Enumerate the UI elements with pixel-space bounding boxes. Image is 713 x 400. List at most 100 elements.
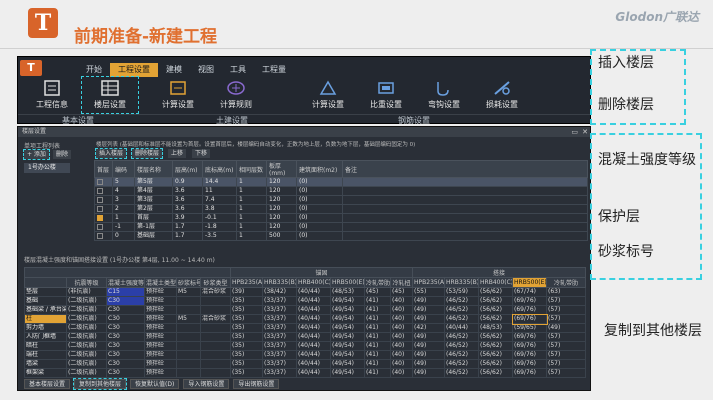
mix-cell[interactable]: 预拌砼 (144, 332, 177, 342)
add-project-button[interactable]: + 添加 (23, 149, 50, 160)
mix-cell[interactable]: (二级抗震) (66, 350, 107, 360)
floor-cell[interactable]: 3.8 (202, 204, 237, 214)
floor-cell[interactable]: 1 (236, 204, 267, 214)
mix-cell[interactable]: (二级抗震) (66, 296, 107, 306)
mix-row[interactable]: 剪力墙 (二级抗震) C30 预拌砼 (35) (33/37) (40/44) (49/54)… (24, 323, 586, 333)
mix-cell[interactable]: (二级抗震) (66, 305, 107, 315)
mix-cell[interactable]: (49/54) (330, 368, 365, 378)
tab-quantities[interactable]: 工程量 (254, 63, 294, 77)
mix-cell[interactable]: (35) (230, 296, 263, 306)
floor-cell[interactable]: 1 (236, 177, 267, 187)
mix-cell[interactable]: 混合砂浆 (200, 314, 231, 324)
insert-floor-button[interactable]: 插入楼层 (94, 148, 128, 159)
floor-cell[interactable]: 1.7 (172, 231, 203, 241)
mix-cell[interactable] (176, 296, 201, 306)
mix-cell[interactable]: (38/42) (262, 287, 297, 297)
floor-cell[interactable]: -1.8 (202, 222, 237, 232)
mix-cell[interactable]: 预拌砼 (144, 314, 177, 324)
delete-floor-button[interactable]: 删除楼层 (131, 148, 164, 159)
mix-cell[interactable] (200, 368, 231, 378)
floor-cell[interactable]: 1 (236, 231, 267, 241)
mix-cell[interactable]: (57) (546, 350, 586, 360)
mix-cell[interactable]: (57) (546, 305, 586, 315)
mix-cell[interactable]: (49/54) (330, 296, 365, 306)
floor-cell[interactable]: -3.5 (202, 231, 237, 241)
calc-rules-button[interactable]: 计算规则 (208, 77, 264, 113)
mix-cell[interactable]: (非抗震) (66, 287, 107, 297)
mix-cell[interactable]: (69/76) (512, 368, 548, 378)
mix-cell[interactable]: (41) (364, 305, 391, 315)
mix-cell[interactable]: 预拌砼 (144, 296, 177, 306)
mix-cell[interactable]: (56/62) (478, 350, 514, 360)
mix-cell[interactable]: (56/62) (478, 287, 514, 297)
mix-cell[interactable]: (40/44) (296, 296, 331, 306)
mix-cell[interactable]: (49) (412, 314, 446, 324)
mix-cell[interactable]: M5 (176, 287, 201, 297)
mix-cell[interactable]: (67/74) (512, 287, 548, 297)
floor-cell[interactable] (342, 177, 588, 187)
mix-row[interactable]: 柱 (二级抗震) C30 预拌砼 M5 混合砂浆 (35) (33/37) (40/44) (49… (24, 313, 586, 325)
mix-cell[interactable]: (48/53) (330, 287, 365, 297)
mix-cell[interactable]: (49/54) (330, 323, 365, 333)
mix-cell[interactable]: (49) (412, 305, 446, 315)
floor-cell[interactable]: 7.4 (202, 195, 237, 205)
mix-cell[interactable]: (55) (412, 287, 446, 297)
mix-cell[interactable]: (40/44) (296, 341, 331, 351)
tab-project-settings[interactable]: 工程设置 (110, 63, 158, 77)
floor-cell[interactable]: 120 (266, 177, 297, 187)
floor-cell[interactable]: (0) (296, 222, 343, 232)
mix-cell[interactable]: (41) (364, 368, 391, 378)
floor-cell[interactable]: 1 (236, 222, 267, 232)
mix-cell[interactable]: C30 (106, 305, 145, 315)
floor-cell[interactable]: (0) (296, 177, 343, 187)
floor-cell[interactable] (342, 204, 588, 214)
weight-settings-button[interactable]: 比重设置 (358, 77, 414, 113)
floor-cell[interactable]: 120 (266, 195, 297, 205)
mix-cell[interactable]: (69/76) (512, 332, 548, 342)
mix-cell[interactable]: (41) (364, 332, 391, 342)
mix-row[interactable]: 框架梁 (二级抗震) C30 预拌砼 (35) (33/37) (40/44) (49/54)… (24, 368, 586, 378)
floor-row[interactable]: 5 第5层 0.9 14.4 1 120 (0) (94, 177, 588, 187)
mix-cell[interactable]: C30 (106, 314, 145, 324)
loss-settings-button[interactable]: 损耗设置 (474, 77, 530, 113)
floor-cell[interactable]: 3.6 (172, 186, 203, 196)
mix-cell[interactable]: M5 (176, 314, 201, 324)
mix-cell[interactable]: (69/76) (512, 341, 548, 351)
mix-cell[interactable]: (33/37) (262, 350, 297, 360)
mix-cell[interactable]: (69/76) (511, 313, 548, 325)
tab-view[interactable]: 视图 (190, 63, 222, 77)
floor-cell[interactable] (342, 213, 588, 223)
mix-cell[interactable]: (40/44) (296, 323, 331, 333)
mix-cell[interactable]: (40) (389, 368, 414, 378)
floor-cell[interactable]: 1 (236, 195, 267, 205)
mix-cell[interactable]: (46/52) (444, 359, 480, 369)
floor-cell[interactable]: (0) (296, 195, 343, 205)
first-floor-checkbox[interactable] (97, 178, 103, 185)
mix-cell[interactable]: C30 (106, 368, 145, 378)
mix-cell[interactable]: (33/37) (262, 305, 297, 315)
mix-cell[interactable]: (56/62) (478, 296, 514, 306)
floor-cell[interactable] (342, 195, 588, 205)
mix-cell[interactable] (176, 368, 201, 378)
mix-row[interactable]: 端柱 (二级抗震) C30 预拌砼 (35) (33/37) (40/44) (49/54)(… (24, 350, 586, 360)
floor-cell[interactable]: 第5层 (134, 177, 173, 187)
mix-cell[interactable]: (57) (546, 332, 586, 342)
mix-cell[interactable]: (二级抗震) (66, 341, 107, 351)
mix-cell[interactable]: (49) (546, 323, 586, 333)
mix-cell[interactable]: (41) (364, 314, 391, 324)
mix-row[interactable]: 基础 (二级抗震) C30 预拌砼 (35) (33/37) (40/44) (49/54)(… (24, 296, 586, 306)
floor-cell[interactable]: 第-1层 (134, 222, 173, 232)
mix-cell[interactable]: (35) (230, 368, 263, 378)
mix-cell[interactable] (200, 332, 231, 342)
floor-row[interactable]: 3 第3层 3.6 7.4 1 120 (0) (94, 195, 588, 205)
mix-cell[interactable]: (35) (230, 341, 263, 351)
mix-cell[interactable]: (35) (230, 323, 263, 333)
floor-cell[interactable]: 3.6 (172, 204, 203, 214)
floor-cell[interactable] (342, 231, 588, 241)
mix-cell[interactable]: (57) (546, 359, 586, 369)
mix-cell[interactable]: 预拌砼 (144, 341, 177, 351)
mix-cell[interactable]: (40) (389, 305, 414, 315)
mix-cell[interactable]: (41) (364, 350, 391, 360)
floor-cell[interactable]: 3.9 (172, 213, 203, 223)
mix-cell[interactable]: (53/59) (444, 287, 480, 297)
